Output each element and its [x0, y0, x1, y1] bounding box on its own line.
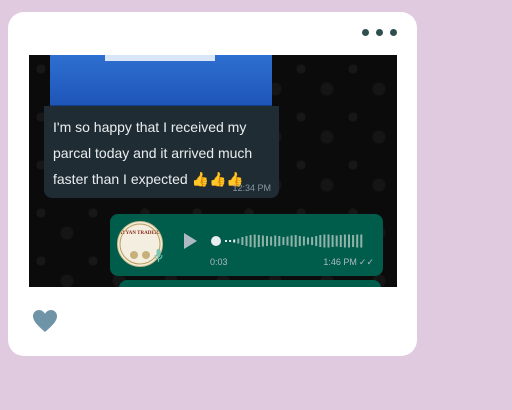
waveform-bar [229, 240, 232, 242]
more-options-icon[interactable] [362, 29, 397, 36]
waveform-bar [343, 234, 346, 248]
waveform-bar [348, 234, 350, 248]
voice-message-time: 1:46 PM ✓✓ [323, 257, 374, 268]
waveform-bar [360, 234, 363, 248]
parcel-label [105, 55, 215, 61]
waveform-bar [245, 236, 248, 246]
incoming-message-bubble: I'm so happy that I received my parcal t… [44, 106, 279, 198]
waveform-bar [253, 234, 256, 248]
waveform-bar [327, 234, 330, 248]
waveform-bar [315, 236, 318, 246]
incoming-message-time: 12:34 PM [232, 183, 271, 193]
waveform-bar [335, 235, 338, 247]
waveform-bar [266, 236, 268, 246]
waveform-bar [307, 237, 309, 245]
waveform-bar [241, 237, 244, 245]
waveform-bar [282, 237, 285, 245]
playhead-knob[interactable] [211, 236, 221, 246]
dot [390, 29, 397, 36]
dot [362, 29, 369, 36]
waveform-bar [278, 236, 281, 246]
voice-duration: 0:03 [210, 257, 228, 267]
voice-time-text: 1:46 PM [323, 257, 357, 267]
waveform[interactable] [211, 231, 367, 251]
parcel-photo [50, 55, 272, 107]
waveform-bar [286, 236, 289, 246]
waveform-bar [270, 236, 273, 246]
waveform-bar [352, 235, 355, 247]
waveform-bar [290, 235, 293, 247]
waveform-bar [331, 235, 334, 247]
waveform-bar [311, 237, 314, 245]
waveform-bar [274, 235, 277, 247]
waveform-bar [249, 235, 252, 247]
waveform-bar [302, 236, 305, 246]
dot [376, 29, 383, 36]
incoming-message-text: I'm so happy that I received my parcal t… [53, 119, 253, 187]
waveform-bar [319, 235, 322, 247]
waveform-bar [225, 240, 227, 242]
waveform-bar [323, 234, 326, 248]
post-card: I'm so happy that I received my parcal t… [8, 12, 417, 356]
waveform-bar [233, 239, 236, 243]
waveform-bar [339, 235, 342, 247]
next-message-bubble [119, 280, 381, 287]
waveform-bar [356, 234, 359, 248]
waveform-bar [237, 238, 240, 244]
waveform-bar [298, 236, 301, 246]
waveform-bar [257, 235, 260, 247]
waveform-bar [261, 235, 264, 247]
play-icon[interactable] [184, 233, 197, 249]
mic-icon [154, 249, 163, 262]
read-ticks-icon: ✓✓ [358, 257, 374, 267]
waveform-bar [294, 235, 297, 247]
voice-message-bubble[interactable]: AYYAN TRADERS 0:03 1:46 PM ✓✓ [110, 214, 383, 276]
chat-screenshot: I'm so happy that I received my parcal t… [29, 55, 397, 287]
heart-icon[interactable] [32, 309, 58, 333]
